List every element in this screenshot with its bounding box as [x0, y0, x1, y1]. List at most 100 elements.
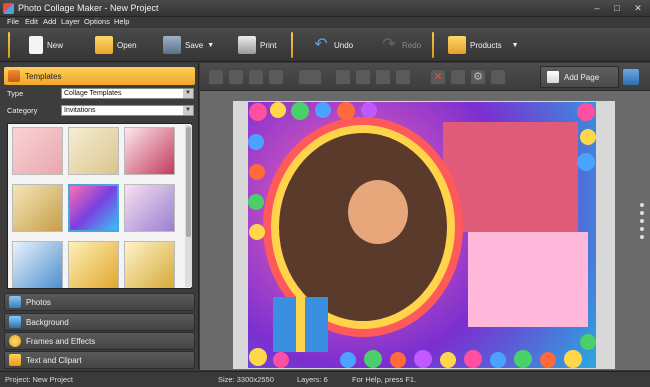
delete-icon[interactable]: ✕: [430, 69, 446, 85]
printer-icon: [238, 36, 256, 54]
page-dot[interactable]: [640, 219, 644, 223]
flip-horizontal-icon[interactable]: [335, 69, 351, 85]
rotate-icon[interactable]: [395, 69, 411, 85]
undo-arrow-icon: ↶: [314, 36, 328, 53]
type-select[interactable]: Collage Templates ▼: [61, 88, 194, 99]
send-to-back-icon[interactable]: [268, 69, 284, 85]
template-thumbnail[interactable]: [12, 241, 63, 288]
background-icon: [9, 316, 21, 328]
status-size: Size: 3300x2550: [218, 375, 274, 384]
flip-vertical-icon[interactable]: [355, 69, 371, 85]
products-dropdown-arrow-icon[interactable]: ▼: [512, 42, 519, 49]
open-label: Open: [117, 40, 137, 50]
thumbnail-scrollbar[interactable]: [185, 125, 192, 287]
template-thumbnail[interactable]: [124, 127, 175, 175]
template-thumbnail[interactable]: [68, 241, 119, 288]
page-dot[interactable]: [640, 235, 644, 239]
close-button[interactable]: ✕: [631, 2, 645, 14]
open-button[interactable]: Open: [95, 32, 137, 58]
undo-label: Undo: [334, 40, 354, 50]
party-decor-photo: [468, 232, 588, 327]
bring-forward-icon[interactable]: [228, 69, 244, 85]
window-title: Photo Collage Maker - New Project: [18, 3, 159, 13]
app-window: Photo Collage Maker - New Project – □ ✕ …: [0, 0, 650, 387]
save-button[interactable]: Save ▼: [163, 32, 214, 58]
template-thumbnail[interactable]: [124, 184, 175, 232]
templates-icon: [8, 70, 20, 82]
redo-arrow-icon: ↷: [382, 36, 396, 53]
photos-label: Photos: [26, 297, 51, 307]
menu-bar: File Edit Add Layer Options Help: [0, 17, 650, 28]
folder-icon: [95, 36, 113, 54]
gear-icon[interactable]: ⚙: [470, 69, 486, 85]
menu-file[interactable]: File: [7, 17, 19, 26]
page-dot[interactable]: [640, 227, 644, 231]
type-label: Type: [7, 89, 24, 98]
print-label: Print: [260, 40, 277, 50]
category-select[interactable]: Invitations ▼: [61, 105, 194, 116]
toolbar-separator: [432, 32, 434, 58]
category-value: Invitations: [64, 107, 96, 114]
frames-effects-icon: [9, 335, 21, 347]
minimize-button[interactable]: –: [590, 2, 604, 14]
template-thumbnail[interactable]: [124, 241, 175, 288]
main-toolbar: New Open Save ▼ Print ↶ Undo ↷ Redo Prod…: [0, 28, 650, 62]
app-logo-icon: [3, 3, 14, 14]
menu-layer[interactable]: Layer: [61, 17, 80, 26]
redo-label: Redo: [402, 40, 422, 50]
save-dropdown-arrow-icon[interactable]: ▼: [207, 42, 214, 49]
undo-button[interactable]: ↶ Undo: [312, 32, 353, 58]
status-help: For Help, press F1.: [352, 375, 417, 384]
collage-canvas[interactable]: [248, 102, 596, 368]
status-layers: Layers: 6: [297, 375, 328, 384]
text-clipart-panel-header[interactable]: Text and Clipart: [4, 351, 195, 369]
background-panel-header[interactable]: Background: [4, 313, 195, 331]
new-document-icon: [29, 36, 43, 54]
frames-effects-panel-header[interactable]: Frames and Effects: [4, 332, 195, 350]
chevron-down-icon: ▼: [183, 106, 193, 115]
floppy-disk-icon: [163, 36, 181, 54]
add-page-button[interactable]: Add Page: [540, 66, 619, 88]
crop-icon[interactable]: [450, 69, 466, 85]
type-value: Collage Templates: [64, 90, 122, 97]
align-dropdown-icon[interactable]: [298, 69, 322, 85]
menu-options[interactable]: Options: [84, 17, 110, 26]
dessert-table-photo: [443, 122, 578, 232]
menu-add[interactable]: Add: [43, 17, 56, 26]
title-bar: Photo Collage Maker - New Project – □ ✕: [0, 0, 650, 17]
template-thumbnail[interactable]: [68, 127, 119, 175]
templates-panel-header[interactable]: Templates: [4, 67, 195, 85]
send-backward-icon[interactable]: [248, 69, 264, 85]
background-label: Background: [26, 317, 69, 327]
photos-panel-header[interactable]: Photos: [4, 293, 195, 311]
menu-edit[interactable]: Edit: [25, 17, 38, 26]
frames-effects-label: Frames and Effects: [26, 336, 96, 346]
template-thumbnail[interactable]: [12, 127, 63, 175]
page-dot[interactable]: [640, 211, 644, 215]
products-label: Products: [470, 40, 502, 50]
page-scroll-indicators[interactable]: [640, 203, 646, 251]
maximize-button[interactable]: □: [610, 2, 624, 14]
text-clipart-icon: [9, 354, 21, 366]
text-clipart-label: Text and Clipart: [26, 355, 82, 365]
page-dot[interactable]: [640, 203, 644, 207]
status-project: Project: New Project: [5, 375, 73, 384]
status-bar: Project: New Project Size: 3300x2550 Lay…: [0, 371, 650, 387]
products-button[interactable]: Products ▼: [448, 32, 519, 58]
menu-help[interactable]: Help: [114, 17, 129, 26]
redo-button[interactable]: ↷ Redo: [380, 32, 421, 58]
bring-to-front-icon[interactable]: [208, 69, 224, 85]
page-settings-icon[interactable]: [623, 69, 639, 85]
add-page-icon: [547, 71, 559, 83]
mirror-icon[interactable]: [375, 69, 391, 85]
collage-artwork: [248, 102, 596, 368]
scrollbar-thumb[interactable]: [186, 127, 191, 237]
lock-icon[interactable]: [490, 69, 506, 85]
gift-box-icon: [448, 36, 466, 54]
print-button[interactable]: Print: [238, 32, 276, 58]
template-thumbnail-selected[interactable]: [68, 184, 119, 232]
new-button[interactable]: New: [29, 32, 63, 58]
save-label: Save: [185, 40, 204, 50]
template-thumbnail[interactable]: [12, 184, 63, 232]
photos-icon: [9, 296, 21, 308]
